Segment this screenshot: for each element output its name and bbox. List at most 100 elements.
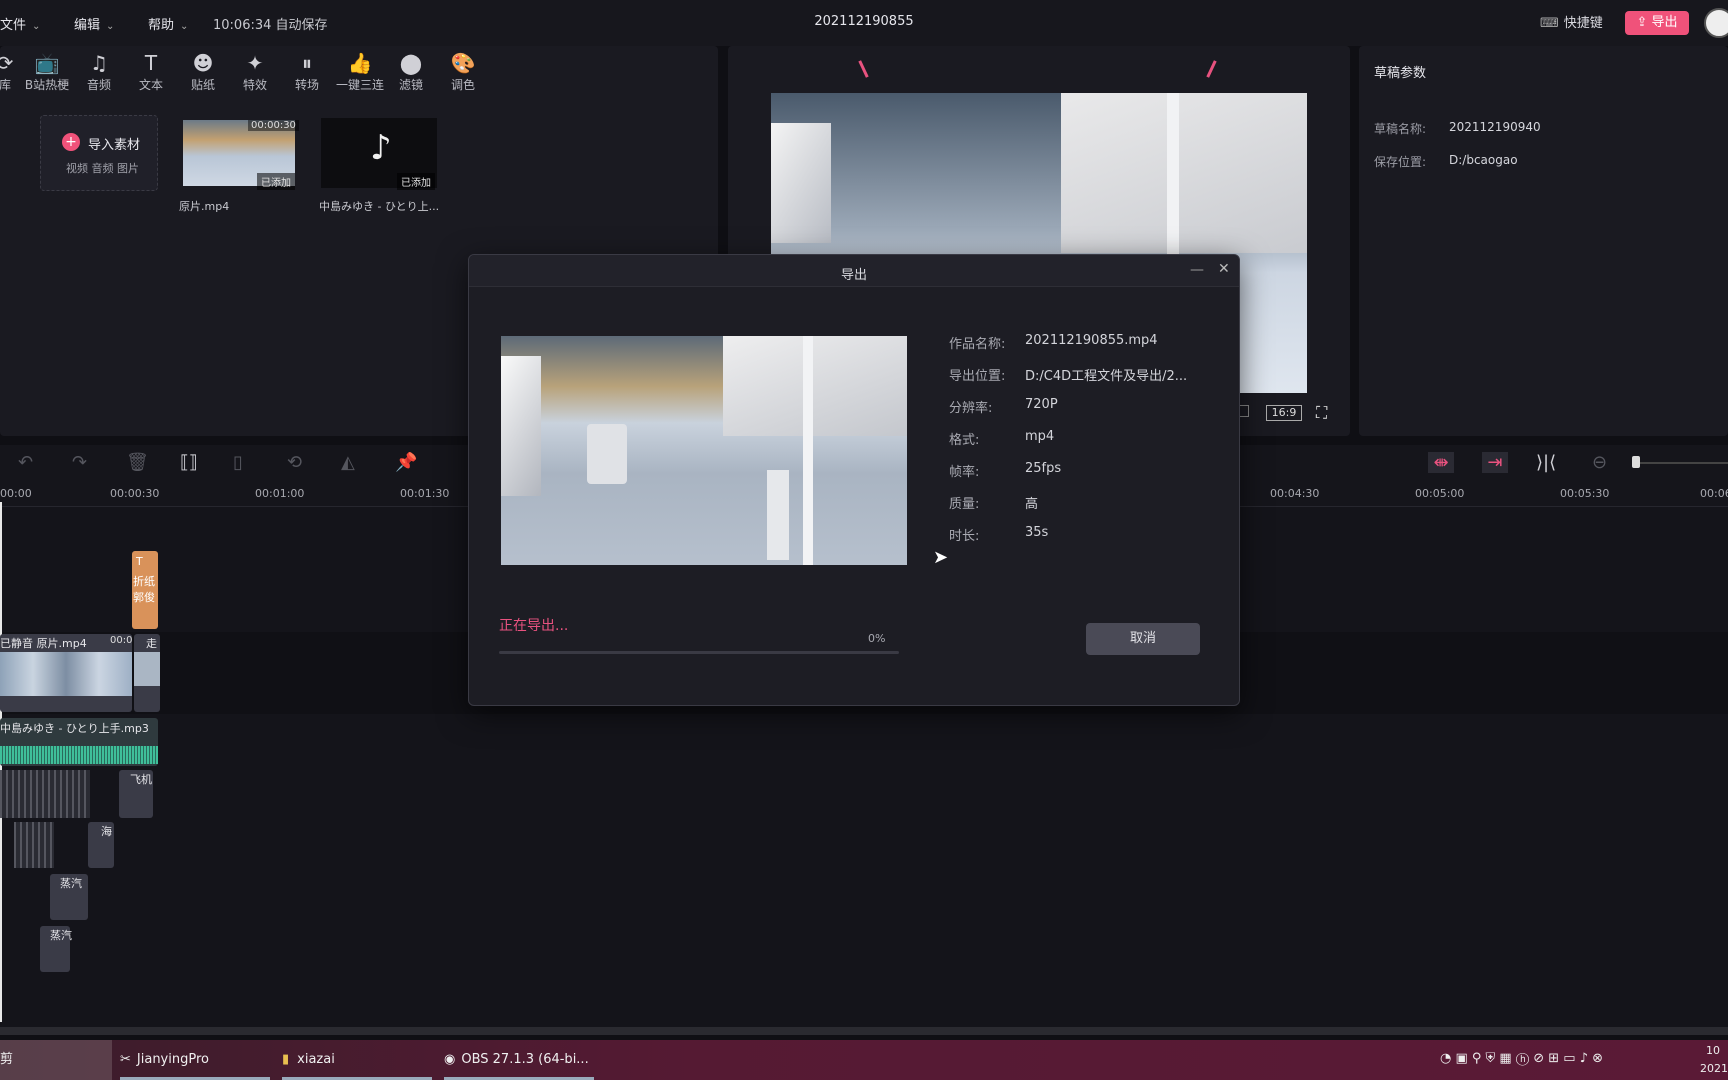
video-clip-thumbnails (0, 652, 132, 696)
filter-icon: ⬤ (399, 51, 423, 75)
info-key: 分辨率: (949, 401, 993, 416)
video-clip-label: 已静音 原片.mp4 (0, 637, 87, 650)
task-label: OBS 27.1.3 (64-bi... (461, 1052, 589, 1067)
shortcut-button[interactable]: ⌨ 快捷键 (1540, 12, 1603, 31)
tool-audio[interactable]: ♫ 音频 (74, 50, 124, 93)
tool-text[interactable]: T 文本 (126, 50, 176, 93)
tool-filter[interactable]: ⬤ 滤镜 (386, 50, 436, 93)
sticker-icon: ☻ (192, 51, 214, 75)
import-sublabel: 视频 音频 图片 (66, 162, 139, 175)
tool-label: 转场 (294, 78, 319, 92)
tool-bilibili[interactable]: 📺 B站热梗 (22, 50, 72, 93)
export-progress-bar (499, 651, 899, 654)
split-icon[interactable]: ⟦⟧ (180, 452, 198, 473)
document-title: 202112190855 (814, 14, 914, 29)
import-media-card[interactable] (40, 115, 158, 191)
export-percent: 0% (868, 632, 886, 645)
text-icon: T (144, 51, 158, 75)
tool-one-click[interactable]: 👍 一键三连 (334, 50, 386, 93)
added-badge: 已添加 (257, 173, 295, 190)
export-status: 正在导出... (499, 618, 569, 634)
link-icon[interactable]: ⇼ (1428, 452, 1454, 473)
close-icon[interactable]: ✕ (1218, 261, 1230, 277)
task-xiazai[interactable]: ▮ xiazai (282, 1040, 432, 1080)
tool-label: 滤镜 (398, 78, 423, 92)
zoom-slider[interactable] (1632, 462, 1728, 464)
cancel-button[interactable]: 取消 (1086, 623, 1200, 655)
ruler-tick: 00:04:30 (1270, 487, 1320, 500)
music-note-icon: ♪ (370, 128, 392, 168)
ruler-tick: 00:00:30 (110, 487, 160, 500)
upload-icon: ⇪ (1636, 15, 1652, 30)
added-badge: 已添加 (397, 173, 435, 190)
music-icon: ♫ (90, 51, 108, 75)
undo-icon[interactable]: ↶ (18, 452, 33, 473)
mirror-icon[interactable]: ◭ (341, 452, 355, 473)
pin-icon[interactable]: 📌 (395, 452, 417, 473)
info-value: 35s (1025, 525, 1049, 540)
sfx-clip-group[interactable] (0, 770, 90, 818)
clock-date: 2021 (1700, 1062, 1728, 1075)
timeline-scrollbar[interactable] (0, 1027, 1728, 1035)
clock-time: 10 (1706, 1044, 1720, 1057)
import-label: 导入素材 (88, 138, 141, 153)
media-duration: 00:00:30 (248, 120, 299, 131)
preview-box (767, 470, 789, 560)
sfx-clip-label: 蒸汽 (60, 877, 82, 890)
system-tray-icons[interactable]: ◔ ▣ ⚲ ⛨ ▦ ⓗ ⊘ ⊞ ▭ ♪ ⊗ (1440, 1051, 1603, 1066)
effects-icon: ✦ (246, 51, 264, 75)
info-value: 25fps (1025, 461, 1062, 476)
reverse-icon[interactable]: ⟲ (287, 452, 302, 473)
preview-axis-icon[interactable]: ⟩|⟨ (1536, 452, 1556, 473)
zoom-out-icon[interactable]: ⊖ (1592, 452, 1607, 473)
sfx-clip-label: 飞机 (130, 773, 152, 786)
tool-label: 一键三连 (335, 78, 384, 92)
aspect-ratio-button[interactable]: 16:9 (1266, 405, 1302, 421)
tool-sticker[interactable]: ☻ 贴纸 (178, 50, 228, 93)
shortcut-label: 快捷键 (1563, 16, 1603, 31)
draft-name-value: 202112190940 (1449, 120, 1541, 134)
ruler-tick: 00:00 (0, 487, 32, 500)
fullscreen-icon[interactable]: ⛶ (1316, 403, 1327, 423)
info-key: 作品名称: (949, 337, 1006, 352)
ruler-tick: 00:05:30 (1560, 487, 1610, 500)
avatar[interactable] (1704, 8, 1728, 38)
zoom-slider-handle[interactable] (1632, 456, 1640, 468)
info-key: 时长: (949, 529, 980, 544)
sfx-clip-group[interactable] (14, 822, 54, 868)
task-label: 剪 (0, 1052, 14, 1067)
info-value: D:/C4D工程文件及导出/2... (1025, 369, 1188, 384)
info-key: 质量: (949, 497, 980, 512)
export-preview-image (501, 336, 907, 565)
obs-icon: ◉ (444, 1052, 456, 1067)
tool-color[interactable]: 🎨 调色 (438, 50, 488, 93)
info-key: 帧率: (949, 465, 980, 480)
export-button[interactable]: ⇪ 导出 (1625, 11, 1689, 35)
tool-label: B站热梗 (24, 78, 70, 92)
text-clip-label: 折纸 郭俊 (133, 575, 155, 604)
audio-clip-label: 中島みゆき - ひとり上手.mp3 (0, 722, 149, 735)
task-obs[interactable]: ◉ OBS 27.1.3 (64-bi... (444, 1040, 594, 1080)
freeze-icon[interactable]: ▯ (233, 452, 243, 473)
minimize-icon[interactable]: — (1190, 262, 1204, 278)
draft-params-title: 草稿参数 (1374, 66, 1427, 81)
info-value: 高 (1025, 497, 1039, 512)
palette-icon: 🎨 (450, 51, 476, 75)
tool-effects[interactable]: ✦ 特效 (230, 50, 280, 93)
sfx-clip-label: 海 (101, 825, 112, 838)
text-clip-icon: T (136, 555, 143, 568)
snap-icon[interactable]: ⇥ (1482, 452, 1508, 473)
export-label: 导出 (1651, 15, 1678, 30)
video-clip-time: 00:0 (110, 635, 133, 646)
task-jianyingpro[interactable]: ✂ JianyingPro (120, 1040, 270, 1080)
tool-label: 音频 (86, 78, 111, 92)
tool-label: 贴纸 (190, 78, 215, 92)
task-jianying-app[interactable]: 剪 (0, 1040, 112, 1080)
redo-icon[interactable]: ↷ (72, 452, 87, 473)
task-label: JianyingPro (136, 1052, 209, 1067)
tool-transition[interactable]: ⏸ 转场 (282, 50, 332, 93)
tool-label: 文本 (138, 78, 163, 92)
video-clip-2-label: 走 (146, 637, 157, 650)
info-value: 720P (1025, 397, 1058, 412)
delete-icon[interactable]: 🗑 (126, 452, 149, 473)
